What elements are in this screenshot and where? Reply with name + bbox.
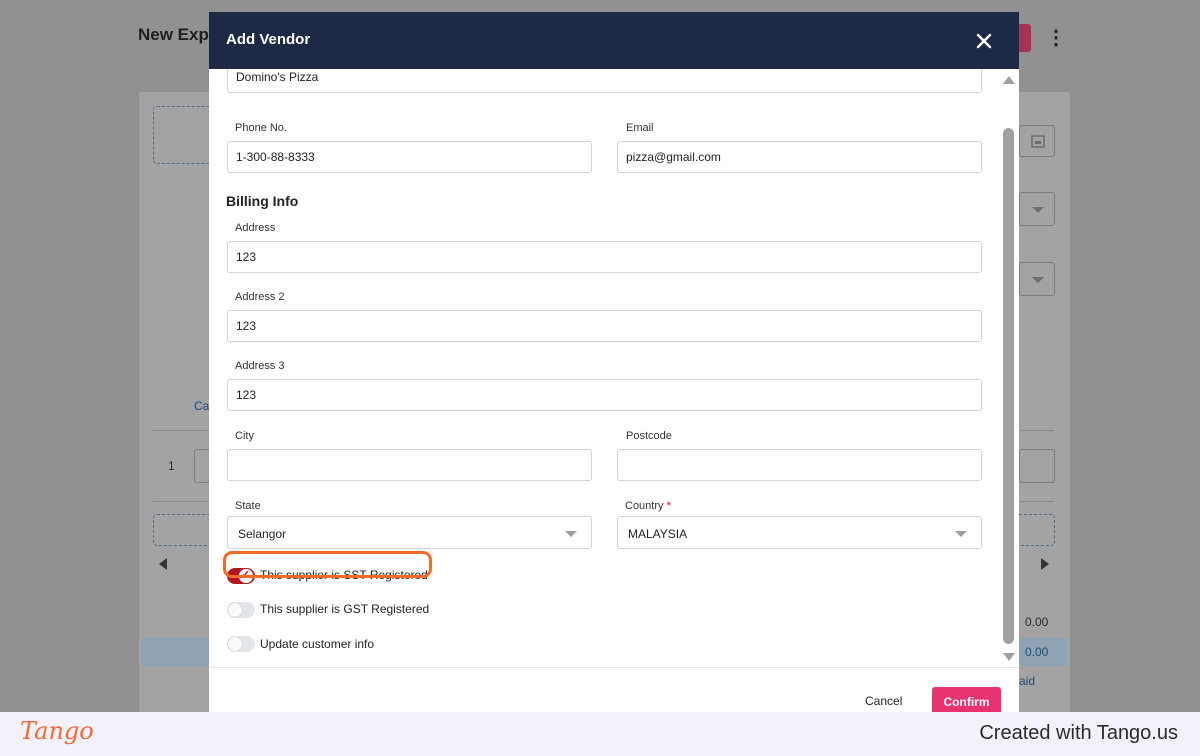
address3-input[interactable] [227,379,982,411]
close-button[interactable] [973,30,995,52]
required-marker: * [666,500,671,512]
chevron-down-icon [955,531,967,537]
vendor-name-input[interactable] [227,69,982,93]
close-icon [976,33,992,49]
phone-input[interactable] [227,141,592,173]
more-options-icon: ⋮ [1046,27,1066,49]
row-number: 1 [168,459,175,473]
column-header-partial: Ca [194,399,210,413]
postcode-input[interactable] [617,449,982,481]
update-customer-toggle[interactable] [227,636,255,652]
tango-credit: Created with Tango.us [979,722,1178,744]
toggle-knob [228,637,242,651]
tango-logo: Tango [20,717,94,745]
paid-label-partial: aid [1019,674,1036,688]
modal-footer: Cancel Confirm [209,667,1019,712]
scroll-down-icon[interactable] [1003,653,1015,661]
address-input[interactable] [227,241,982,273]
country-label-text: Country [625,500,664,512]
state-label: State [235,500,261,512]
total-value: 0.00 [1025,645,1049,659]
modal-header: Add Vendor [209,12,1019,69]
calendar-icon [1031,135,1045,148]
billing-info-heading: Billing Info [226,193,299,209]
state-selected-value: Selangor [238,527,287,541]
chevron-down-icon [565,531,577,537]
calendar-field-partial [1019,125,1055,157]
country-label: Country * [625,500,671,512]
add-line-partial-left [153,514,213,546]
scrollbar-thumb[interactable] [1003,128,1014,644]
city-label: City [235,430,254,442]
country-select[interactable]: MALAYSIA [617,516,982,549]
phone-label: Phone No. [235,122,287,134]
cancel-button[interactable]: Cancel [865,694,902,708]
gst-registered-toggle[interactable] [227,602,255,618]
gst-registered-label: This supplier is GST Registered [260,602,430,616]
city-input[interactable] [227,449,592,481]
step-highlight-ring [223,551,432,578]
page-title: New Expe [138,25,219,44]
address2-input[interactable] [227,310,982,342]
country-selected-value: MALAYSIA [628,527,688,541]
dropdown-partial-2 [1019,262,1055,296]
address3-label: Address 3 [235,360,285,372]
address2-label: Address 2 [235,291,285,303]
address-label: Address [235,222,276,234]
row-input-partial [194,449,210,483]
subtotal-value: 0.00 [1025,615,1049,629]
modal-title: Add Vendor [226,31,311,48]
email-label: Email [626,122,654,134]
add-line-partial-right [1015,514,1055,546]
scroll-up-icon[interactable] [1003,76,1015,84]
postcode-label: Postcode [626,430,672,442]
dropdown-partial-1 [1019,192,1055,226]
upload-dropzone [153,106,213,164]
add-vendor-modal: Add Vendor Phone No. Email Billing Info … [209,12,1019,712]
confirm-button[interactable]: Confirm [932,687,1001,712]
state-select[interactable]: Selangor [227,516,592,549]
update-customer-label: Update customer info [260,637,375,651]
email-input[interactable] [617,141,982,173]
tango-footer: Tango Created with Tango.us [0,712,1200,756]
row-input-partial-right [1019,449,1055,483]
scroll-left-icon [159,558,167,570]
scroll-right-icon [1041,558,1049,570]
toggle-knob [228,603,242,617]
